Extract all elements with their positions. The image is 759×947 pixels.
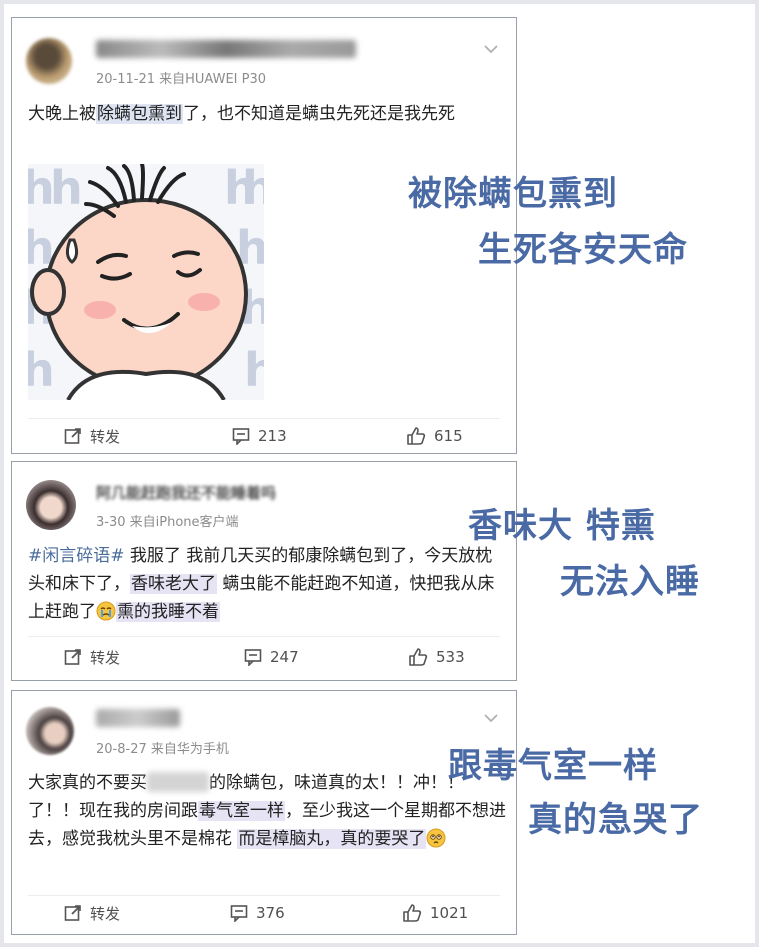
username[interactable]: 阿几能赶跑我还不能睡着吗 [96,482,276,503]
divider [28,418,500,419]
divider [28,895,500,896]
divider [28,636,500,637]
action-bar: 转发 376 1021 [12,898,516,928]
cartoon-face-illustration: hhhh hh hh hh [28,164,264,400]
chevron-down-icon[interactable] [484,713,498,723]
like-count: 533 [436,648,465,666]
weibo-post-1: 20-11-21 来自HUAWEI P30 大晚上被除螨包熏到了，也不知道是螨虫… [11,17,517,454]
brand-name-blurred [147,772,209,792]
svg-text:h: h [50,164,83,215]
comment-count: 376 [256,904,285,922]
svg-text:h: h [242,164,264,215]
chevron-down-icon[interactable] [484,44,498,54]
post-meta: 20-11-21 来自HUAWEI P30 [96,72,267,87]
repost-button[interactable]: 转发 [64,898,120,928]
repost-button[interactable]: 转发 [64,642,120,672]
edit-share-icon [64,905,81,921]
caption-2-line-2: 无法入睡 [560,562,700,602]
svg-text:h: h [244,343,264,397]
post-meta: 3-30 来自iPhone客户端 [96,515,239,530]
comment-button[interactable]: 247 [244,642,299,672]
action-bar: 转发 247 533 [12,642,516,672]
post-meta: 20-8-27 来自华为手机 [96,742,229,757]
caption-2-line-1: 香味大 特熏 [468,506,656,546]
weibo-post-2: 阿几能赶跑我还不能睡着吗 3-30 来自iPhone客户端 #闲言碎语# 我服了… [11,461,517,681]
thumbs-up-icon [409,648,428,666]
meme-image[interactable]: hhhh hh hh hh [28,164,264,400]
thumbs-up-icon [403,904,422,922]
repost-label: 转发 [90,904,121,923]
like-count: 615 [434,427,463,445]
edit-share-icon [64,428,81,444]
comment-button[interactable]: 213 [232,421,287,451]
svg-text:h: h [28,343,55,397]
like-button[interactable]: 533 [408,642,465,672]
avatar[interactable] [26,707,74,755]
text-segment: 大晚上被 [28,104,96,124]
comment-button[interactable]: 376 [230,898,285,928]
username-blurred[interactable] [96,40,356,58]
repost-label: 转发 [90,648,121,667]
caption-1-line-1: 被除螨包熏到 [408,174,618,214]
post-text: 大家真的不要买 的除螨包，味道真的太！！冲！！了！！现在我的房间跟毒气室一样，至少… [28,769,506,853]
comment-icon [230,905,248,922]
text-segment: 大家真的不要买 [28,773,147,793]
highlight-text: 除螨包熏到 [96,104,183,124]
highlight-text: 香味老大了 [130,574,217,594]
caption-3-line-1: 跟毒气室一样 [448,746,658,786]
weibo-post-3: 20-8-27 来自华为手机 大家真的不要买 的除螨包，味道真的太！！冲！！了！！… [11,690,517,935]
username-blurred[interactable] [96,709,180,727]
pleading-face-icon [426,828,446,848]
edit-share-icon [64,649,81,665]
text-segment: 了，也不知道是螨虫先死还是我先死 [183,104,455,124]
hashtag-link[interactable]: #闲言碎语# [28,546,125,566]
highlight-text: 而是樟脑丸，真的要哭了 [237,829,427,849]
post-text: 大晚上被除螨包熏到了，也不知道是螨虫先死还是我先死 [28,100,506,128]
action-bar: 转发 213 615 [12,421,516,451]
like-button[interactable]: 1021 [402,898,468,928]
like-count: 1021 [430,904,469,922]
highlight-text: 熏的我睡不着 [116,602,220,622]
caption-3-line-2: 真的急哭了 [528,800,703,840]
post-text: #闲言碎语# 我服了 我前几天买的郁康除螨包到了，今天放枕头和床下了，香味老大了… [28,542,506,626]
like-button[interactable]: 615 [406,421,463,451]
thumbs-up-icon [407,427,426,445]
caption-1-line-2: 生死各安天命 [478,230,688,270]
avatar[interactable] [26,38,72,84]
crying-face-icon [96,601,116,621]
comment-count: 247 [270,648,299,666]
repost-label: 转发 [90,427,121,446]
highlight-text: 毒气室一样 [198,801,285,821]
repost-button[interactable]: 转发 [64,421,120,451]
comment-icon [232,428,250,445]
avatar[interactable] [26,480,76,530]
comment-count: 213 [258,427,287,445]
comment-icon [244,649,262,666]
